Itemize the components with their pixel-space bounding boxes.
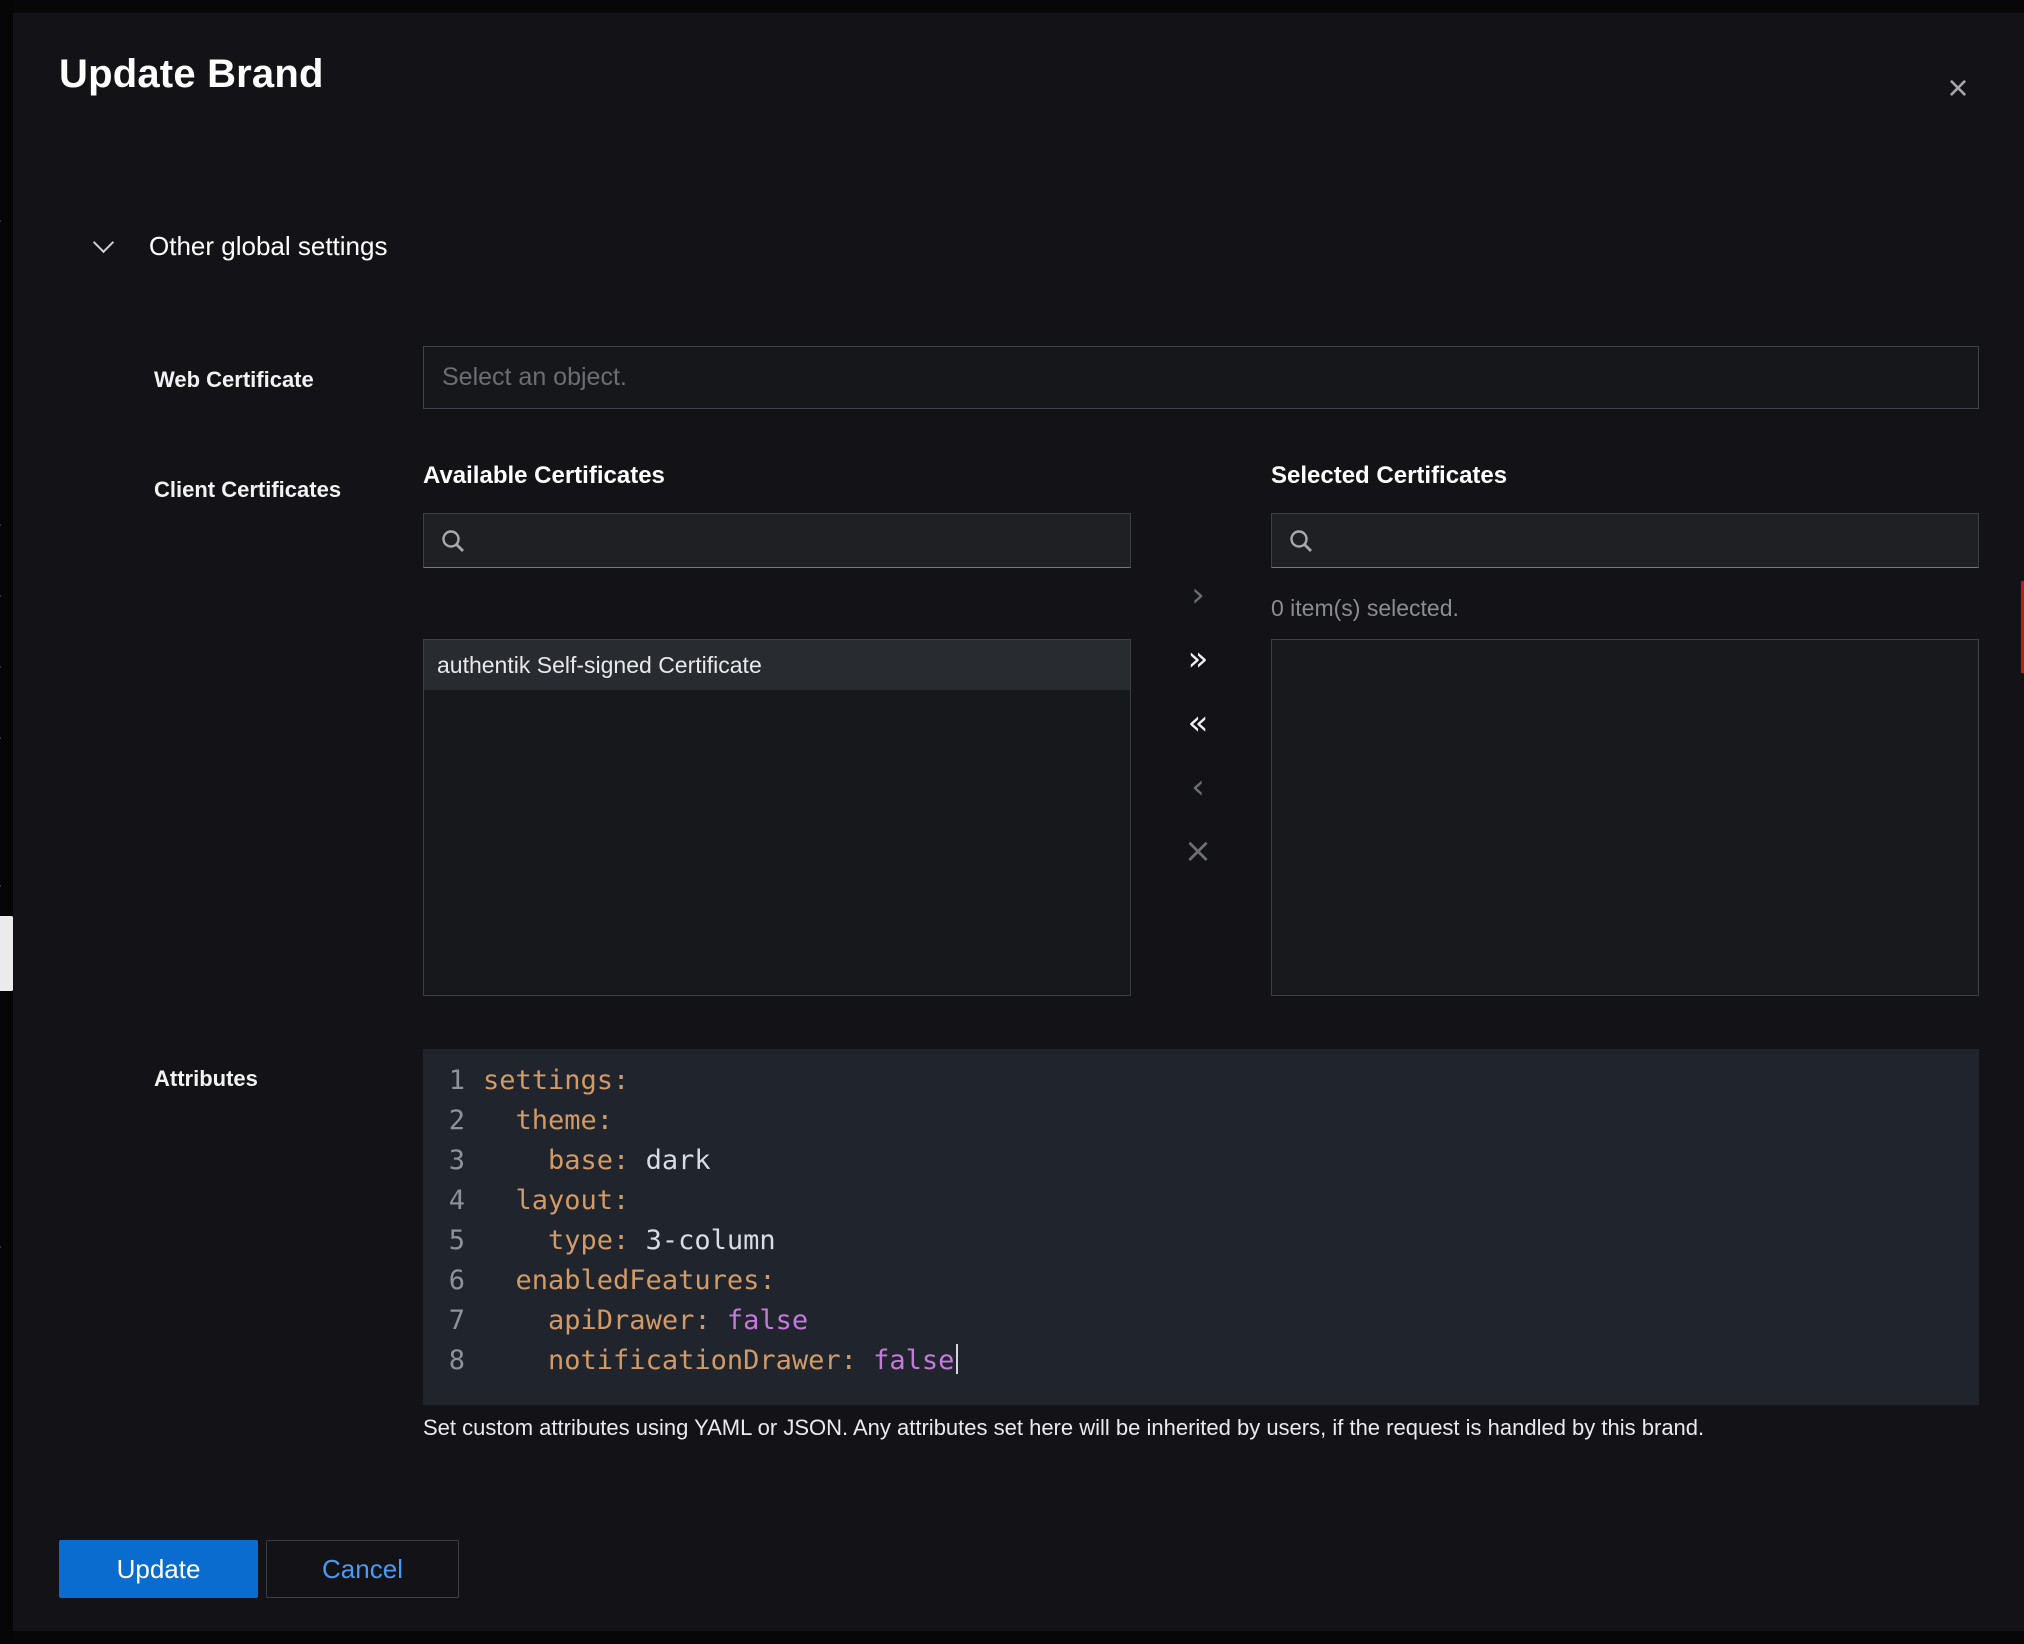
- client-certificates-label: Client Certificates: [154, 477, 341, 503]
- section-label: Other global settings: [149, 231, 387, 262]
- selected-list: [1271, 639, 1979, 996]
- available-search-input[interactable]: [424, 514, 1130, 567]
- background-sidebar: › › › › › › ›: [0, 0, 13, 1644]
- available-search-field: [423, 513, 1131, 568]
- text-cursor: [956, 1344, 958, 1374]
- sidebar-chevron-icon: ›: [0, 652, 2, 678]
- sidebar-chevron-icon: ›: [0, 871, 2, 897]
- update-button[interactable]: Update: [59, 1540, 258, 1598]
- attributes-help-text: Set custom attributes using YAML or JSON…: [423, 1415, 1963, 1441]
- available-list: authentik Self-signed Certificate: [423, 639, 1131, 996]
- sidebar-chevron-icon: ›: [0, 723, 2, 749]
- available-certificates-heading: Available Certificates: [423, 462, 665, 490]
- line-number: 6: [433, 1261, 465, 1301]
- line-number: 7: [433, 1301, 465, 1341]
- selected-search-field: [1271, 513, 1979, 568]
- sidebar-chevron-icon: ›: [0, 510, 2, 536]
- line-number: 8: [433, 1341, 465, 1381]
- attributes-code-editor[interactable]: 1settings:2 theme:3 base: dark4 layout:5…: [423, 1049, 1979, 1405]
- backdrop-top-strip: [0, 0, 2024, 13]
- sidebar-chevron-icon: ›: [0, 206, 2, 232]
- selected-status: 0 item(s) selected.: [1271, 595, 1459, 622]
- sidebar-chevron-icon: ›: [0, 1232, 2, 1258]
- line-number: 3: [433, 1141, 465, 1181]
- transfer-controls: › » « ‹ ×: [1158, 575, 1238, 871]
- code-line: 2 theme:: [423, 1101, 1979, 1141]
- code-line: 8 notificationDrawer: false: [423, 1341, 1979, 1381]
- cancel-button[interactable]: Cancel: [266, 1540, 459, 1598]
- modal-title: Update Brand: [59, 52, 324, 97]
- add-selected-button[interactable]: ›: [1174, 575, 1222, 615]
- code-line: 6 enabledFeatures:: [423, 1261, 1979, 1301]
- web-certificate-label: Web Certificate: [154, 367, 314, 393]
- remove-all-button[interactable]: «: [1174, 703, 1222, 743]
- web-certificate-select[interactable]: [423, 346, 1979, 409]
- remove-selected-button[interactable]: ‹: [1174, 767, 1222, 807]
- code-line: 4 layout:: [423, 1181, 1979, 1221]
- page: › › › › › › › Update Brand × Other globa…: [0, 0, 2024, 1644]
- code-line: 5 type: 3-column: [423, 1221, 1979, 1261]
- code-line: 7 apiDrawer: false: [423, 1301, 1979, 1341]
- section-other-global-settings[interactable]: Other global settings: [96, 228, 387, 264]
- chevron-down-icon: [93, 231, 114, 252]
- backdrop-bottom-strip: [0, 1631, 2024, 1644]
- selected-search-input[interactable]: [1272, 514, 1978, 567]
- close-icon[interactable]: ×: [1934, 64, 1982, 112]
- selected-certificates-heading: Selected Certificates: [1271, 462, 1507, 490]
- available-cert-item[interactable]: authentik Self-signed Certificate: [424, 640, 1130, 690]
- code-line: 3 base: dark: [423, 1141, 1979, 1181]
- line-number: 5: [433, 1221, 465, 1261]
- add-all-button[interactable]: »: [1174, 639, 1222, 679]
- clear-selected-button[interactable]: ×: [1174, 831, 1222, 871]
- line-number: 4: [433, 1181, 465, 1221]
- attributes-label: Attributes: [154, 1066, 258, 1092]
- sidebar-chevron-icon: ›: [0, 581, 2, 607]
- sidebar-active-indicator: [0, 916, 13, 991]
- code-line: 1settings:: [423, 1061, 1979, 1101]
- line-number: 2: [433, 1101, 465, 1141]
- line-number: 1: [433, 1061, 465, 1101]
